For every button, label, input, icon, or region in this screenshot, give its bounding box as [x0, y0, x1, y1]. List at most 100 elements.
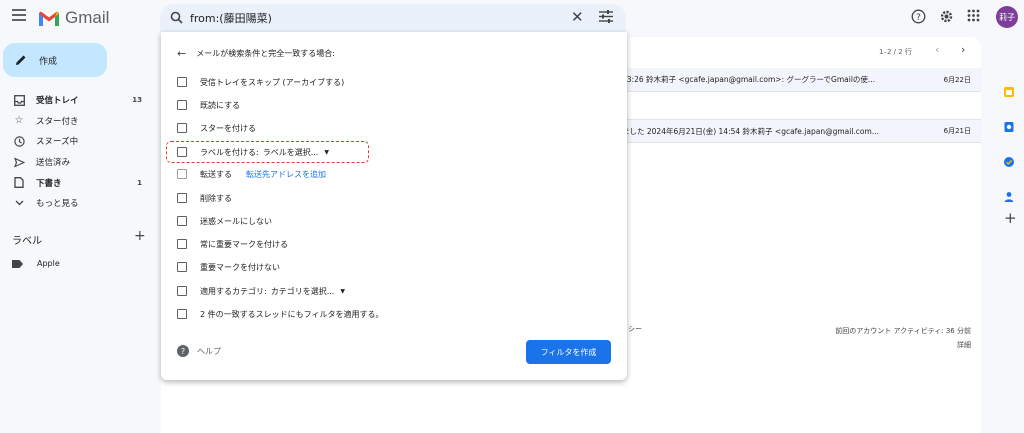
- caret-down-icon: ▼: [340, 287, 345, 295]
- compose-label: 作成: [39, 56, 58, 67]
- option-label: 常に重要マークを付ける: [200, 239, 288, 249]
- option-apply-label[interactable]: ラベルを付ける: ラベルを選択... ▼: [177, 144, 329, 160]
- keep-icon[interactable]: [1003, 121, 1015, 133]
- search-bar[interactable]: from:(藤田陽菜) ✕: [160, 4, 626, 32]
- checkbox[interactable]: [177, 77, 187, 87]
- option-never-spam[interactable]: 迷惑メールにしない: [177, 213, 272, 229]
- option-apply-to-matching[interactable]: 2 件の一致するスレッドにもフィルタを適用する。: [177, 306, 383, 322]
- inbox-icon: [12, 93, 26, 107]
- option-label: 迷惑メールにしない: [200, 216, 272, 226]
- sidebar-item-drafts[interactable]: 下書き 1: [0, 172, 156, 193]
- category-select-dropdown[interactable]: カテゴリを選択... ▼: [271, 286, 345, 297]
- sidebar-item-sent[interactable]: 送信済み: [0, 152, 156, 173]
- account-avatar[interactable]: 莉子: [996, 6, 1018, 28]
- sidebar-item-label: もっと見る: [36, 199, 79, 210]
- footer-activity: 前回のアカウント アクティビティ: 36 分前 詳細: [835, 324, 971, 352]
- checkbox[interactable]: [177, 123, 187, 133]
- option-always-important[interactable]: 常に重要マークを付ける: [177, 236, 288, 252]
- labels-heading: ラベル: [12, 236, 42, 247]
- clock-icon: [12, 134, 26, 148]
- mail-snippet: 13:26 鈴木莉子 <gcafe.japan@gmail.com>: グーグラ…: [622, 75, 876, 84]
- compose-button[interactable]: 作成: [3, 43, 107, 77]
- option-label: 転送する: [200, 169, 232, 179]
- checkbox[interactable]: [177, 262, 187, 272]
- option-label: 適用するカテゴリ:: [200, 286, 267, 296]
- help-circle-icon: ?: [177, 345, 189, 357]
- label-name: Apple: [37, 259, 60, 268]
- label-tag-icon: [12, 259, 23, 268]
- checkbox[interactable]: [177, 216, 187, 226]
- svg-text:?: ?: [916, 13, 921, 23]
- option-label: 既読にする: [200, 100, 241, 110]
- add-forwarding-address-link[interactable]: 転送先アドレスを追加: [246, 169, 326, 180]
- file-icon: [12, 176, 26, 190]
- panel-header: ← メールが検索条件と完全一致する場合:: [177, 47, 335, 60]
- sidebar-item-label: 送信済み: [36, 158, 71, 169]
- option-skip-inbox[interactable]: 受信トレイをスキップ (アーカイブする): [177, 74, 344, 90]
- sidebar-item-inbox[interactable]: 受信トレイ 13: [0, 90, 156, 111]
- mail-date: 6月22日: [943, 75, 971, 84]
- pencil-icon: [16, 55, 26, 65]
- add-addon-icon[interactable]: +: [1004, 209, 1017, 227]
- main-menu-icon[interactable]: [12, 9, 26, 23]
- dropdown-value: ラベルを選択...: [262, 147, 319, 157]
- app-name: Gmail: [65, 8, 110, 27]
- option-delete[interactable]: 削除する: [177, 190, 232, 206]
- help-link[interactable]: ? ヘルプ: [177, 345, 221, 357]
- search-icon[interactable]: [170, 11, 183, 24]
- sidebar-item-more[interactable]: もっと見る: [0, 193, 156, 214]
- sidebar-item-snoozed[interactable]: スヌーズ中: [0, 131, 156, 152]
- unread-count: 13: [132, 96, 142, 105]
- calendar-icon[interactable]: [1003, 86, 1015, 98]
- send-icon: [12, 155, 26, 169]
- checkbox[interactable]: [177, 169, 187, 179]
- filter-action-panel: ← メールが検索条件と完全一致する場合: 受信トレイをスキップ (アーカイブする…: [161, 32, 627, 380]
- checkbox[interactable]: [177, 239, 187, 249]
- help-label: ヘルプ: [197, 346, 221, 356]
- top-bar: Gmail from:(藤田陽菜) ✕ ? 莉子: [0, 0, 1024, 36]
- option-star[interactable]: スターを付ける: [177, 120, 256, 136]
- checkbox[interactable]: [177, 286, 187, 296]
- label-select-dropdown[interactable]: ラベルを選択... ▼: [263, 147, 329, 158]
- apps-grid-icon[interactable]: [967, 9, 980, 22]
- sidebar-item-starred[interactable]: ☆ スター付き: [0, 111, 156, 132]
- draft-count: 1: [137, 178, 142, 187]
- sidebar-item-label: スヌーズ中: [36, 137, 79, 148]
- option-label: 重要マークを付けない: [200, 262, 280, 272]
- sidebar-item-label: 受信トレイ: [36, 96, 79, 107]
- panel-heading: メールが検索条件と完全一致する場合:: [196, 49, 335, 58]
- help-icon[interactable]: ?: [911, 9, 926, 24]
- option-label: スターを付ける: [200, 123, 256, 133]
- gmail-logo[interactable]: Gmail: [38, 8, 109, 28]
- checkbox[interactable]: [177, 193, 187, 203]
- option-never-important[interactable]: 重要マークを付けない: [177, 259, 280, 275]
- option-category[interactable]: 適用するカテゴリ: カテゴリを選択... ▼: [177, 283, 345, 299]
- sidebar-item-label: 下書き: [36, 178, 62, 189]
- chevron-down-icon: [12, 196, 26, 210]
- option-mark-read[interactable]: 既読にする: [177, 97, 240, 113]
- mail-date: 6月21日: [943, 127, 971, 135]
- option-forward[interactable]: 転送する 転送先アドレスを追加: [177, 166, 326, 182]
- mail-snippet: ました 2024年6月21日(金) 14:54 鈴木莉子 <gcafe.japa…: [622, 126, 879, 136]
- search-input[interactable]: from:(藤田陽菜): [190, 10, 272, 26]
- gmail-m-icon: [39, 11, 59, 26]
- clear-search-icon[interactable]: ✕: [571, 8, 584, 26]
- details-link[interactable]: 詳細: [835, 338, 971, 352]
- prev-page-icon[interactable]: ‹: [935, 43, 939, 56]
- option-label: ラベルを付ける:: [200, 147, 259, 157]
- checkbox[interactable]: [177, 147, 187, 157]
- add-label-icon[interactable]: +: [134, 228, 146, 244]
- contacts-icon[interactable]: [1003, 191, 1015, 203]
- sidebar-label-apple[interactable]: Apple: [12, 259, 60, 268]
- back-arrow-icon[interactable]: ←: [177, 47, 186, 60]
- checkbox[interactable]: [177, 100, 187, 110]
- settings-gear-icon[interactable]: [939, 9, 954, 24]
- checkbox[interactable]: [177, 309, 187, 319]
- option-label: 受信トレイをスキップ (アーカイブする): [200, 77, 345, 87]
- search-options-icon[interactable]: [599, 10, 613, 23]
- dropdown-value: カテゴリを選択...: [270, 286, 335, 296]
- last-activity-text: 前回のアカウント アクティビティ: 36 分前: [835, 327, 971, 335]
- option-label: 削除する: [200, 193, 232, 203]
- next-page-icon[interactable]: ›: [961, 43, 965, 56]
- create-filter-button[interactable]: フィルタを作成: [526, 340, 611, 364]
